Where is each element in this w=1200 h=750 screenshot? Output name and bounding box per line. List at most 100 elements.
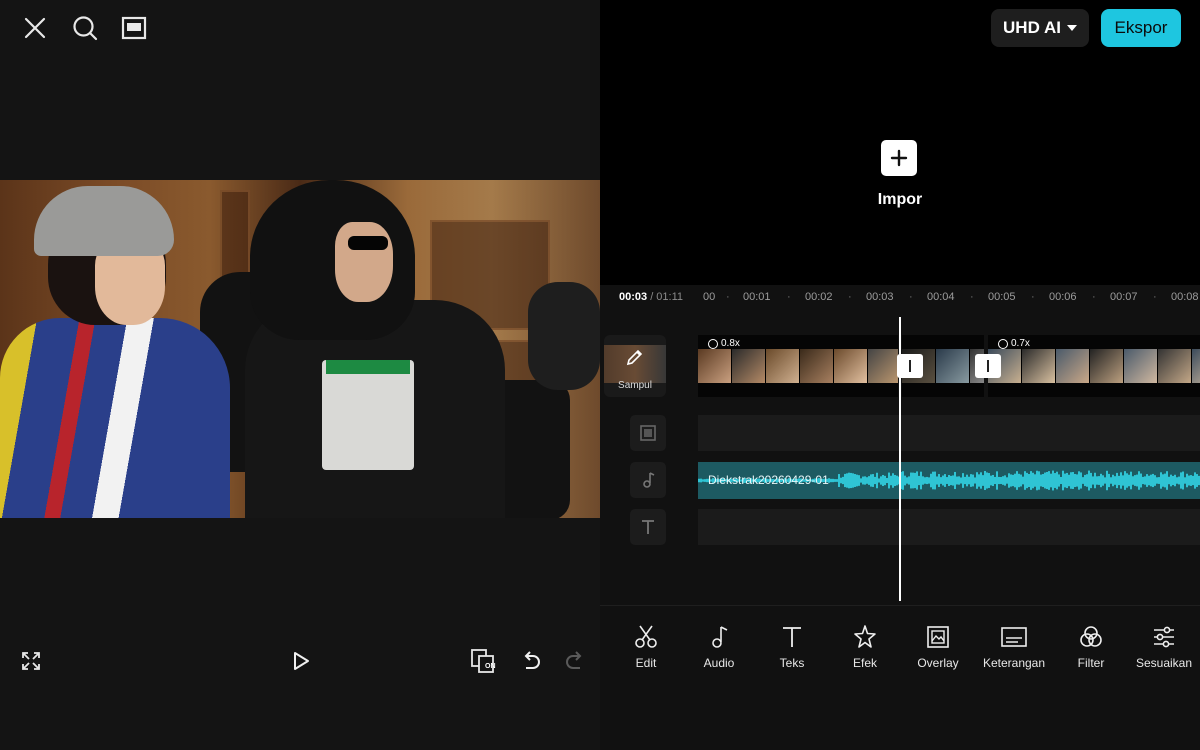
waveform-bar xyxy=(858,475,860,486)
waveform-bar xyxy=(902,471,904,490)
waveform-bar xyxy=(998,476,1000,485)
tool-label: Keterangan xyxy=(982,656,1046,670)
export-button[interactable]: Ekspor xyxy=(1101,9,1181,47)
waveform-bar xyxy=(844,473,846,488)
waveform-bar xyxy=(1148,475,1150,486)
waveform-bar xyxy=(1026,472,1028,489)
play-icon[interactable] xyxy=(286,646,316,676)
transition-handle[interactable] xyxy=(975,354,1001,378)
import-label: Impor xyxy=(877,191,923,208)
waveform-bar xyxy=(934,471,936,490)
tool-label: Sesuaikan xyxy=(1135,656,1193,670)
tool-filter[interactable]: Filter xyxy=(1054,624,1128,674)
waveform-bar xyxy=(856,474,858,487)
microphone xyxy=(528,282,600,390)
waveform-bar xyxy=(1076,474,1078,487)
waveform-bar xyxy=(1128,474,1130,487)
video-clip[interactable]: 0.7x xyxy=(988,335,1200,397)
waveform-bar xyxy=(988,473,990,488)
ruler-tick: 00:06 xyxy=(1049,291,1077,303)
ruler-dot: · xyxy=(726,291,730,303)
waveform-bar xyxy=(940,477,942,484)
waveform-bar xyxy=(872,474,874,487)
waveform-bar xyxy=(1004,475,1006,486)
tool-audio[interactable]: Audio xyxy=(682,624,756,674)
speed-icon xyxy=(998,338,1008,349)
overlay-track-icon[interactable] xyxy=(630,415,666,451)
waveform-bar xyxy=(994,476,996,485)
waveform-bar xyxy=(1018,473,1020,488)
waveform-bar xyxy=(1178,476,1180,485)
time-ruler[interactable]: 00:03 / 01:11 00 · 00:01 · 00:02 · 00:03… xyxy=(600,285,1200,309)
clip-speed: 0.8x xyxy=(708,338,740,349)
ruler-tick: 00:05 xyxy=(988,291,1016,303)
waveform-bar xyxy=(1118,475,1120,486)
waveform-bar xyxy=(958,476,960,485)
text-track-lane[interactable] xyxy=(698,509,1200,545)
waveform-bar xyxy=(904,475,906,486)
waveform-bar xyxy=(1182,471,1184,490)
overlay-track-lane[interactable] xyxy=(698,415,1200,451)
waveform-bar xyxy=(1192,475,1194,486)
waveform-bar xyxy=(894,474,896,487)
preview-pane: ON xyxy=(0,0,600,750)
waveform-bar xyxy=(1080,472,1082,489)
playhead[interactable] xyxy=(899,317,901,601)
waveform-bar xyxy=(1034,474,1036,487)
tool-effects[interactable]: Efek xyxy=(828,624,902,674)
waveform-bar xyxy=(1120,472,1122,489)
person-left-jacket xyxy=(0,318,230,518)
waveform-bar xyxy=(1124,471,1126,490)
fullscreen-icon[interactable] xyxy=(16,646,46,676)
waveform-bar xyxy=(948,475,950,486)
waveform-bar xyxy=(842,476,844,485)
waveform-bar xyxy=(1002,476,1004,485)
waveform-bar xyxy=(916,471,918,490)
captions-icon xyxy=(1001,627,1027,647)
auto-enhance-on-icon[interactable]: ON xyxy=(468,646,500,676)
layout-icon[interactable] xyxy=(118,12,150,44)
waveform-bar xyxy=(960,477,962,484)
waveform-bar xyxy=(982,475,984,486)
waveform-bar xyxy=(908,476,910,485)
quality-dropdown[interactable]: UHD AI xyxy=(991,9,1089,47)
clip-thumbnails xyxy=(988,349,1200,383)
hoodie-print-text xyxy=(326,360,410,374)
waveform-bar xyxy=(912,472,914,489)
waveform-bar xyxy=(836,479,838,482)
waveform-bar xyxy=(834,479,836,482)
waveform-bar xyxy=(1024,471,1026,490)
tool-text[interactable]: Teks xyxy=(755,624,829,674)
tool-edit[interactable]: Edit xyxy=(609,624,683,674)
music-note-icon[interactable] xyxy=(630,462,666,498)
waveform-bar xyxy=(954,471,956,490)
waveform-bar xyxy=(1060,476,1062,485)
waveform-bar xyxy=(698,478,700,483)
close-icon[interactable] xyxy=(19,12,51,44)
waveform-bar xyxy=(890,475,892,486)
text-track-icon[interactable] xyxy=(630,509,666,545)
waveform-bar xyxy=(1068,474,1070,487)
waveform-bar xyxy=(1194,472,1196,489)
waveform-bar xyxy=(1138,471,1140,490)
waveform-bar xyxy=(832,478,834,483)
timeline[interactable]: 00:03 / 01:11 00 · 00:01 · 00:02 · 00:03… xyxy=(600,285,1200,605)
redo-icon[interactable] xyxy=(560,646,590,676)
waveform-bar xyxy=(1104,477,1106,484)
tool-adjust[interactable]: Sesuaikan xyxy=(1127,624,1200,674)
import-button[interactable] xyxy=(881,140,917,176)
tool-captions[interactable]: Keterangan xyxy=(977,624,1051,674)
search-icon[interactable] xyxy=(69,12,101,44)
audio-clip[interactable]: Diekstrak20260429-01 xyxy=(698,462,1200,499)
undo-icon[interactable] xyxy=(516,646,546,676)
waveform-bar xyxy=(838,474,840,487)
cover-button[interactable]: Sampul xyxy=(604,335,666,397)
video-clip[interactable]: 0.8x xyxy=(698,335,898,397)
waveform-bar xyxy=(864,476,866,485)
tool-overlay[interactable]: Overlay xyxy=(901,624,975,674)
waveform-bar xyxy=(906,477,908,484)
waveform-bar xyxy=(980,472,982,489)
ruler-dot: · xyxy=(1031,291,1035,303)
waveform-bar xyxy=(1066,472,1068,489)
waveform-bar xyxy=(952,475,954,486)
